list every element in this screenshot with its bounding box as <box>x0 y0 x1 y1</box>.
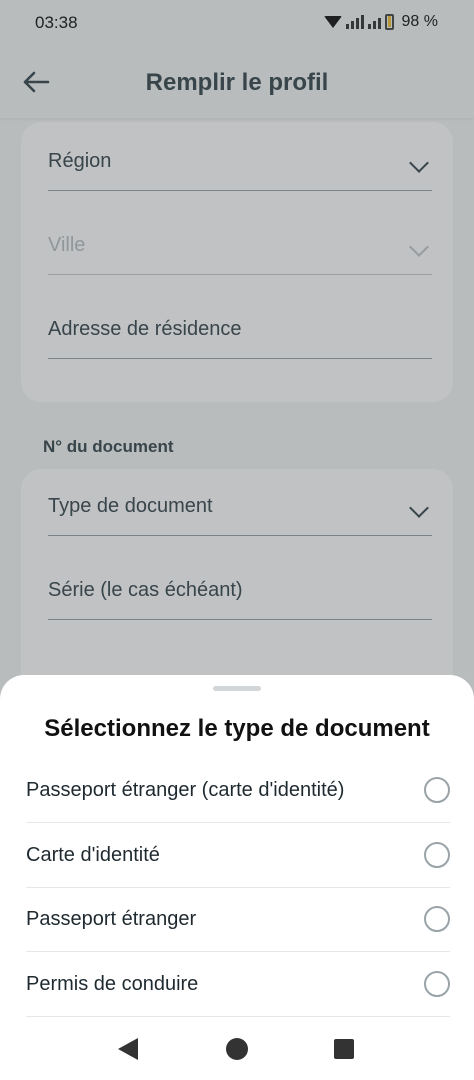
option-passeport-etranger-carte[interactable]: Passeport étranger (carte d'identité) <box>0 758 474 823</box>
sheet-drag-handle[interactable] <box>213 686 261 691</box>
option-label: Passeport étranger <box>26 908 197 930</box>
option-carte-identite[interactable]: Carte d'identité <box>0 823 474 888</box>
option-label: Permis de conduire <box>26 973 199 995</box>
option-label: Carte d'identité <box>26 844 160 866</box>
radio-button[interactable] <box>424 906 450 932</box>
option-passeport-etranger[interactable]: Passeport étranger <box>0 887 474 952</box>
radio-button[interactable] <box>424 971 450 997</box>
nav-home-icon[interactable] <box>226 1038 248 1060</box>
radio-button[interactable] <box>424 842 450 868</box>
screen: 03:38 98 % Remplir le profil Région Vill… <box>0 0 474 1080</box>
sheet-title: Sélectionnez le type de document <box>44 715 430 742</box>
nav-recents-icon[interactable] <box>334 1039 354 1059</box>
option-label: Passeport étranger (carte d'identité) <box>26 779 345 801</box>
option-permis-de-conduire[interactable]: Permis de conduire <box>0 952 474 1017</box>
nav-back-icon[interactable] <box>118 1038 138 1060</box>
radio-button[interactable] <box>424 777 450 803</box>
system-nav-bar <box>0 1018 474 1080</box>
